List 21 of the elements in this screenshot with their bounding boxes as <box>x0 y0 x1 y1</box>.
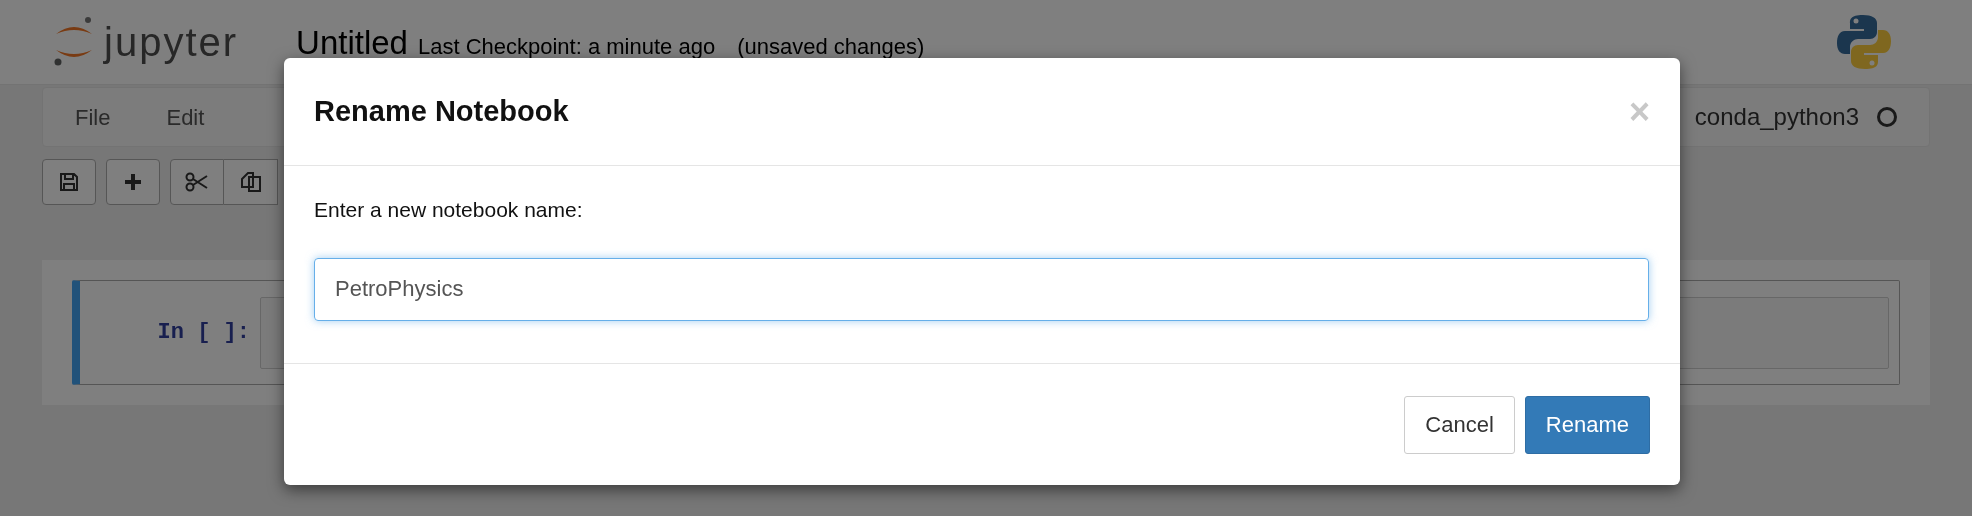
python-logo-icon <box>1836 13 1892 71</box>
cancel-button[interactable]: Cancel <box>1404 395 1515 454</box>
plus-icon <box>123 172 143 192</box>
dialog-title: Rename Notebook <box>314 93 570 129</box>
notebook-name[interactable]: Untitled <box>296 25 408 59</box>
checkpoint-text: Last Checkpoint: a minute ago <box>417 32 716 61</box>
autosave-status: (unsaved changes) <box>737 32 925 61</box>
kernel-name: conda_python3 <box>1694 102 1859 132</box>
cut-button[interactable] <box>170 159 224 205</box>
scissors-icon <box>185 172 209 192</box>
save-button[interactable] <box>42 159 96 205</box>
menu-item[interactable]: Edit <box>166 100 205 134</box>
copy-icon <box>239 171 262 193</box>
copy-button[interactable] <box>224 159 278 205</box>
field-label: Enter a new notebook name: <box>314 197 584 223</box>
notebook-name-field[interactable]: PetroPhysics <box>314 257 1649 321</box>
menu-item[interactable]: File <box>75 100 111 134</box>
cell-prompt: In [ ]: <box>156 319 251 347</box>
add-cell-button[interactable] <box>106 159 160 205</box>
rename-button[interactable]: Rename <box>1524 395 1650 454</box>
logo-text: jupyter <box>104 22 239 62</box>
